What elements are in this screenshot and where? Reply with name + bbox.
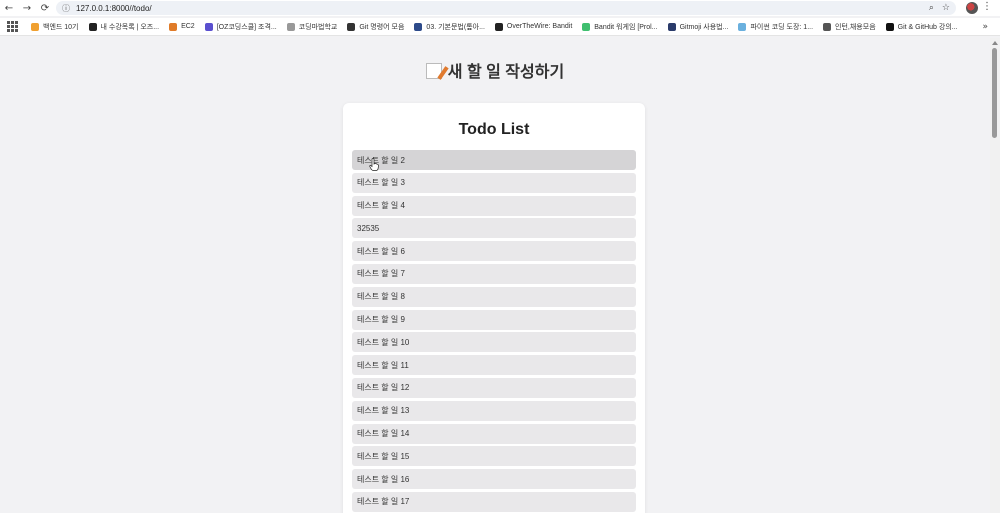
wand-icon bbox=[286, 22, 295, 31]
bookmarks-bar: 백엔드 10기 내 수강목록 | 오즈... EC2 [OZ코딩스쿨] 조격... 코딩… bbox=[0, 18, 1000, 36]
todo-item[interactable]: 테스트 할 일 3 bbox=[352, 172, 636, 193]
bookmark-item[interactable]: 파이썬 코딩 도장: 1... bbox=[738, 22, 813, 32]
bookmark-label: OverTheWire: Bandit bbox=[506, 23, 573, 30]
todo-item[interactable]: 테스트 할 일 10 bbox=[352, 332, 636, 353]
zoom-icon[interactable]: ⌕ bbox=[929, 3, 934, 13]
url-text[interactable]: 127.0.0.1:8000//todo/ bbox=[76, 4, 152, 13]
bookmark-label: 내 수강목록 | 오즈... bbox=[100, 23, 160, 31]
notion-icon bbox=[204, 22, 213, 31]
oz-logo-icon bbox=[88, 22, 97, 31]
bookmark-item[interactable]: 백엔드 10기 bbox=[31, 22, 79, 32]
todo-item[interactable]: 테스트 할 일 14 bbox=[352, 423, 636, 444]
hand-cursor-icon bbox=[369, 158, 379, 171]
todo-item[interactable]: 테스트 할 일 6 bbox=[352, 241, 636, 262]
bookmark-star-icon[interactable]: ☆ bbox=[942, 3, 950, 13]
back-button[interactable]: ← bbox=[0, 0, 18, 16]
profile-avatar[interactable] bbox=[966, 2, 978, 14]
page-scrollbar[interactable] bbox=[990, 38, 1000, 513]
todo-list: 테스트 할 일 2 테스트 할 일 3 테스트 할 일 4 32535 테스트 할 일 … bbox=[352, 150, 636, 513]
aws-ec2-icon bbox=[169, 22, 178, 31]
bookmark-item[interactable]: Git & GitHub 강의... bbox=[885, 22, 958, 32]
bookmark-label: 인턴,채용모음 bbox=[835, 23, 876, 31]
bookmark-item[interactable]: Git 명령어 모음 bbox=[347, 22, 404, 32]
bookmark-label: Bandit 워게임 [Prol... bbox=[594, 23, 658, 31]
todo-item[interactable]: 테스트 할 일 8 bbox=[352, 286, 636, 307]
todo-item[interactable]: 테스트 할 일 13 bbox=[352, 400, 636, 421]
more-bookmarks-icon[interactable]: » bbox=[982, 18, 988, 36]
terminal-icon bbox=[494, 22, 503, 31]
todo-item[interactable]: 테스트 할 일 11 bbox=[352, 355, 636, 376]
todo-item[interactable]: 테스트 할 일 2 bbox=[352, 150, 636, 170]
apps-grid-icon[interactable] bbox=[3, 21, 21, 32]
bookmark-label: 파이썬 코딩 도장: 1... bbox=[750, 23, 814, 31]
todo-item[interactable]: 테스트 할 일 17 bbox=[352, 491, 636, 512]
bookmark-item[interactable]: [OZ코딩스쿨] 조격... bbox=[204, 22, 277, 32]
bookmark-label: [OZ코딩스쿨] 조격... bbox=[216, 23, 277, 31]
bookmark-item[interactable]: 내 수강목록 | 오즈... bbox=[88, 22, 160, 32]
folder-icon bbox=[823, 22, 832, 31]
forward-button[interactable]: → bbox=[18, 0, 36, 16]
bookmark-item[interactable]: OverTheWire: Bandit bbox=[494, 22, 573, 31]
bookmark-label: 코딩마법학교 bbox=[298, 23, 338, 31]
orange-face-icon bbox=[31, 22, 39, 31]
todo-item[interactable]: 테스트 할 일 16 bbox=[352, 469, 636, 490]
scroll-up-arrow-icon[interactable] bbox=[992, 41, 998, 45]
browser-menu-icon[interactable]: ⋮ bbox=[982, 1, 992, 12]
python-icon bbox=[738, 22, 747, 31]
bookmark-label: Git 명령어 모음 bbox=[359, 23, 405, 31]
bookmark-item[interactable]: Gitmoji 사용법... bbox=[667, 22, 729, 32]
doc-icon bbox=[347, 22, 356, 31]
scrollbar-thumb[interactable] bbox=[992, 48, 997, 138]
todo-item[interactable]: 테스트 할 일 12 bbox=[352, 377, 636, 398]
gitmoji-icon bbox=[667, 22, 676, 31]
bookmark-item[interactable]: 03. 기본문법(톺아... bbox=[414, 22, 485, 32]
bookmark-label: Git & GitHub 강의... bbox=[897, 23, 958, 31]
bookmark-item[interactable]: 코딩마법학교 bbox=[286, 22, 338, 32]
book-icon bbox=[414, 22, 423, 31]
page-title-text: 새 할 일 작성하기 bbox=[447, 64, 565, 81]
todo-item[interactable]: 테스트 할 일 7 bbox=[352, 263, 636, 284]
green-icon bbox=[582, 22, 591, 31]
bookmark-item[interactable]: EC2 bbox=[169, 22, 195, 31]
bookmark-label: EC2 bbox=[181, 23, 195, 30]
reload-button[interactable]: ⟳ bbox=[36, 0, 54, 16]
github-icon bbox=[885, 22, 894, 31]
browser-toolbar: ← → ⟳ ⓘ 127.0.0.1:8000//todo/ ⌕ ☆ ⋮ bbox=[0, 0, 1000, 16]
memo-icon bbox=[425, 63, 442, 79]
bookmark-label: Gitmoji 사용법... bbox=[679, 23, 729, 31]
todo-card: Todo List 테스트 할 일 2 테스트 할 일 3 테스트 할 일 4 325… bbox=[343, 103, 645, 513]
site-info-icon[interactable]: ⓘ bbox=[62, 3, 70, 14]
bookmark-label: 03. 기본문법(톺아... bbox=[426, 23, 485, 31]
bookmark-item[interactable]: Bandit 워게임 [Prol... bbox=[582, 22, 658, 32]
address-bar[interactable]: ⓘ 127.0.0.1:8000//todo/ bbox=[56, 1, 956, 15]
todo-item[interactable]: 테스트 할 일 15 bbox=[352, 446, 636, 467]
bookmark-item[interactable]: 인턴,채용모음 bbox=[823, 22, 876, 32]
page-title: 새 할 일 작성하기 bbox=[0, 58, 990, 82]
todo-item[interactable]: 테스트 할 일 9 bbox=[352, 309, 636, 330]
todo-item[interactable]: 테스트 할 일 4 bbox=[352, 195, 636, 216]
todo-item[interactable]: 32535 bbox=[352, 218, 636, 239]
todo-list-title: Todo List bbox=[458, 121, 530, 138]
bookmark-label: 백엔드 10기 bbox=[43, 23, 79, 31]
